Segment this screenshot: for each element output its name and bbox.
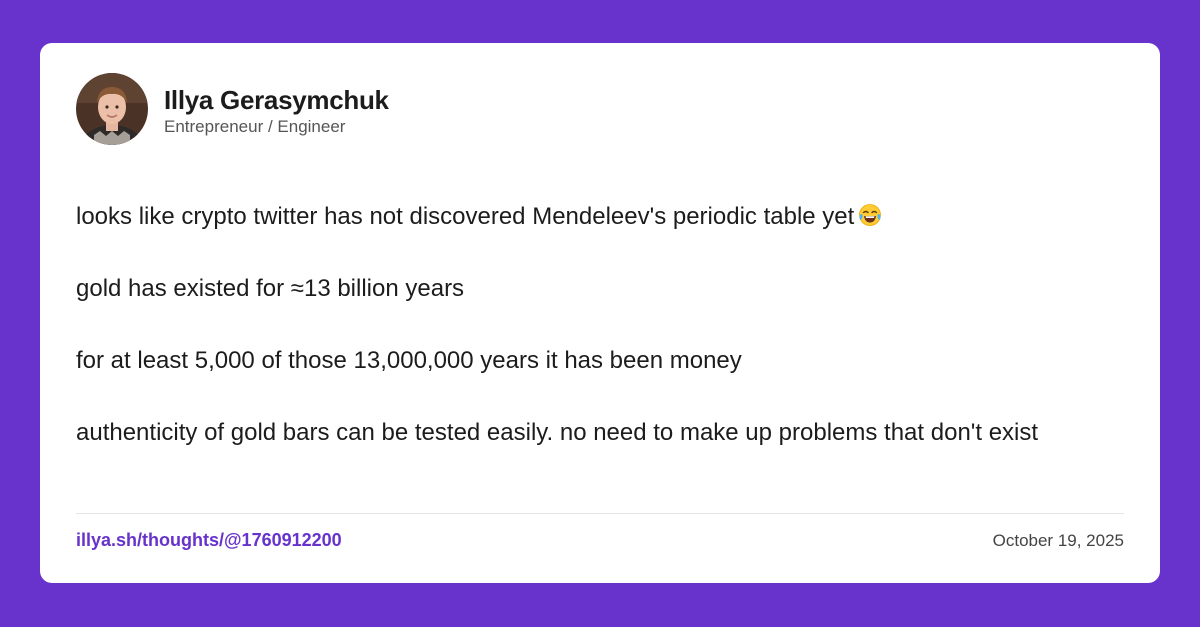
post-paragraph: for at least 5,000 of those 13,000,000 y… [76, 347, 742, 374]
post-date: October 19, 2025 [992, 531, 1124, 550]
post-paragraph-text: looks like crypto twitter has not discov… [76, 203, 855, 230]
permalink-link[interactable]: illya.sh/thoughts/@1760912200 [76, 530, 342, 551]
post-paragraph: gold has existed for ≈13 billion years [76, 275, 465, 302]
post-body: looks like crypto twitter has not discov… [76, 199, 1124, 487]
avatar-image [76, 73, 148, 145]
post-paragraph: authenticity of gold bars can be tested … [76, 419, 1039, 446]
footer-divider [76, 513, 1124, 514]
post-card: Illya Gerasymchuk Entrepreneur / Enginee… [40, 43, 1160, 583]
author-name[interactable]: Illya Gerasymchuk [164, 85, 389, 116]
author-role: Entrepreneur / Engineer [164, 117, 346, 136]
post-paragraph: looks like crypto twitter has not discov… [76, 199, 1124, 235]
face-with-tears-of-joy-icon [858, 202, 882, 226]
avatar[interactable] [76, 73, 148, 145]
